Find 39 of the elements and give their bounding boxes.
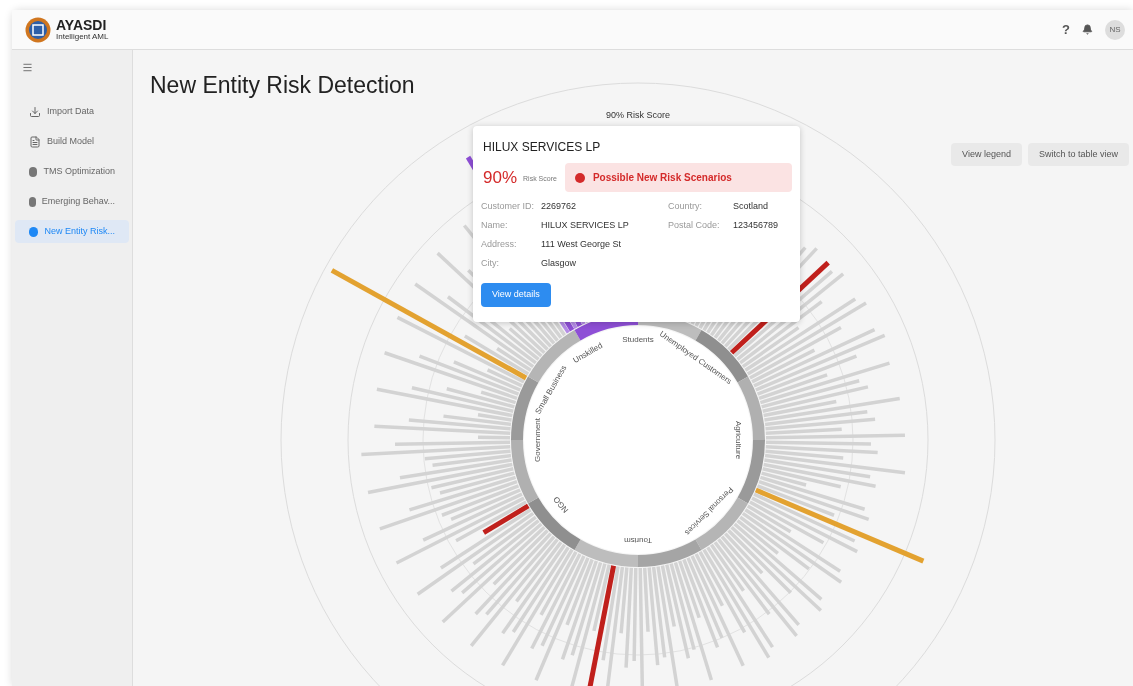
field-value: 123456789 — [733, 219, 779, 233]
score-ring-label: 90% Risk Score — [606, 110, 670, 120]
sidebar-item[interactable]: New Entity Risk... — [15, 220, 129, 243]
download-icon — [29, 105, 41, 118]
action-button[interactable]: View legend — [951, 143, 1022, 166]
field-label: Customer ID: — [481, 200, 535, 214]
sidebar-item[interactable]: Build Model — [15, 130, 129, 153]
field-label: Postal Code: — [668, 219, 721, 233]
logo-icon — [25, 16, 51, 43]
app-subtitle: Intelligent AML — [56, 33, 109, 41]
field-label: City: — [481, 257, 500, 271]
alert-icon — [574, 172, 585, 183]
action-button[interactable]: Switch to table view — [1027, 143, 1129, 166]
menu-icon[interactable] — [22, 62, 33, 73]
field-value: Scotland — [733, 200, 769, 214]
segment-label: Government — [533, 418, 542, 462]
app-name: AYASDI — [56, 18, 108, 32]
sidebar-item[interactable]: TMS Optimization — [15, 160, 129, 183]
help-button[interactable]: ? — [1062, 19, 1070, 40]
sidebar-item[interactable]: Import Data — [15, 100, 129, 123]
segment-label: Agriculture — [734, 420, 743, 460]
field-value: 111 West George St — [541, 238, 622, 252]
field-value: 2269762 — [541, 200, 577, 214]
risk-score: 90% — [483, 166, 518, 189]
field-label: Country: — [668, 200, 703, 214]
view-details-button[interactable]: View details — [481, 283, 551, 307]
notifications-icon[interactable] — [1082, 24, 1093, 35]
field-value: Glasgow — [541, 257, 576, 271]
field-label: Address: — [481, 238, 518, 252]
field-label: Name: — [481, 219, 509, 233]
risk-alert: Possible New Risk Scenarios — [564, 163, 792, 192]
user-avatar[interactable]: NS — [1105, 19, 1125, 40]
field-value: HILUX SERVICES LP — [541, 219, 629, 233]
page-title: New Entity Risk Detection — [150, 71, 415, 100]
sidebar-item[interactable]: Emerging Behav... — [15, 190, 129, 213]
file-icon — [29, 135, 41, 148]
segment-label: Students — [622, 335, 654, 344]
segment-label: Tourism — [624, 536, 652, 545]
entity-name: HILUX SERVICES LP — [483, 139, 602, 156]
